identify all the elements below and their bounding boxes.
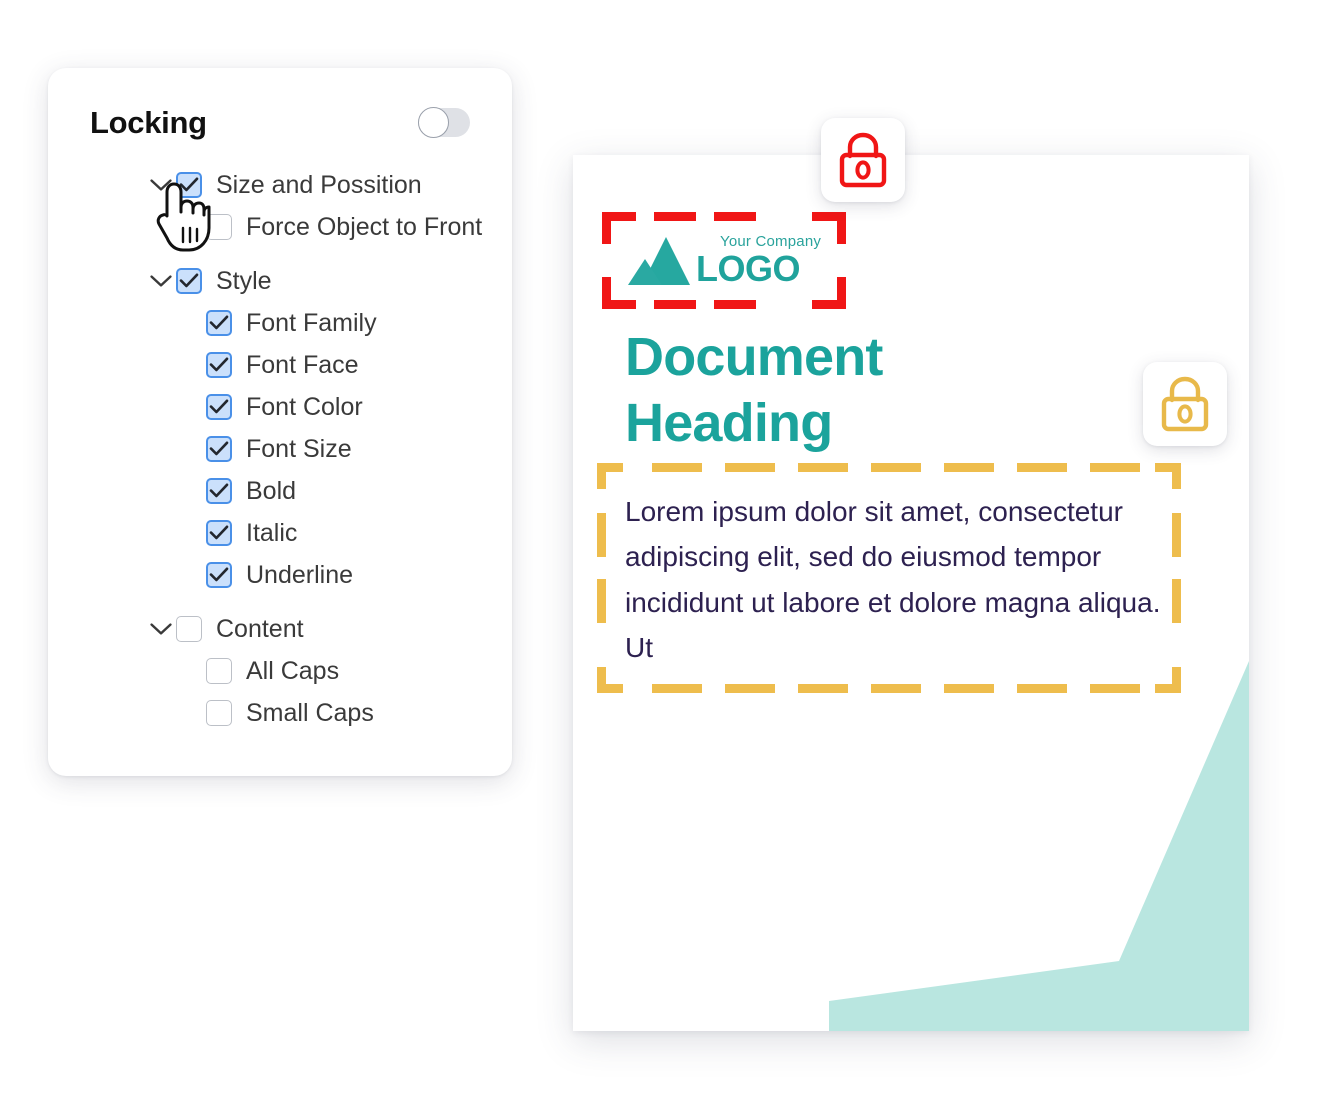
tree-item-label: Italic	[246, 518, 298, 547]
tree-row[interactable]: Font Color	[48, 386, 512, 428]
tree-row[interactable]: Font Family	[48, 302, 512, 344]
checkbox-all-caps[interactable]	[206, 658, 232, 684]
tree-row[interactable]: Force Object to Front	[48, 206, 512, 248]
checkbox-bold[interactable]	[206, 478, 232, 504]
tree-item-label: Size and Possition	[216, 170, 422, 199]
page-title: Locking	[90, 104, 207, 140]
tree-row[interactable]: Content	[48, 608, 512, 650]
checkbox-underline[interactable]	[206, 562, 232, 588]
tree-item-label: Underline	[246, 560, 354, 589]
checkbox-force-object-to-front[interactable]	[206, 214, 232, 240]
tree-row[interactable]: Size and Possition	[48, 164, 512, 206]
locking-tree: Size and Possition Force Object to Front…	[48, 164, 512, 734]
tree-row[interactable]: Underline	[48, 554, 512, 596]
checkbox-style[interactable]	[176, 268, 202, 294]
checkbox-font-face[interactable]	[206, 352, 232, 378]
checkbox-size-and-possition[interactable]	[176, 172, 202, 198]
checkbox-content[interactable]	[176, 616, 202, 642]
document-heading: Document Heading	[625, 327, 883, 453]
panel-header: Locking	[90, 96, 484, 148]
logo-wordmark: LOGO	[696, 248, 801, 289]
checkbox-font-size[interactable]	[206, 436, 232, 462]
lock-icon	[839, 132, 887, 188]
toggle-knob	[418, 106, 449, 138]
mountain-logo-icon	[628, 236, 690, 285]
checkbox-font-color[interactable]	[206, 394, 232, 420]
tree-item-label: Content	[216, 614, 304, 643]
logo-selection-frame[interactable]: Your Company LOGO	[602, 212, 846, 309]
lock-icon	[1161, 376, 1209, 432]
tree-row[interactable]: Font Face	[48, 344, 512, 386]
logo-lockup: Your Company LOGO	[602, 212, 846, 309]
lock-badge-yellow[interactable]	[1143, 362, 1227, 446]
checkbox-font-family[interactable]	[206, 310, 232, 336]
tree-item-label: Force Object to Front	[246, 212, 483, 241]
chevron-down-icon[interactable]	[146, 274, 176, 288]
tree-item-label: Font Family	[246, 308, 377, 337]
tree-item-label: Bold	[246, 476, 297, 505]
tree-item-label: Font Color	[246, 392, 363, 421]
tree-row[interactable]: All Caps	[48, 650, 512, 692]
logo-text-block: Your Company LOGO	[696, 234, 821, 287]
tree-item-label: Small Caps	[246, 698, 374, 727]
tree-item-label: All Caps	[246, 656, 340, 685]
document-body-text: Lorem ipsum dolor sit amet, consectetur …	[625, 496, 1161, 664]
lock-badge-red[interactable]	[821, 118, 905, 202]
tree-item-label: Style	[216, 266, 272, 295]
tree-row[interactable]: Small Caps	[48, 692, 512, 734]
tree-row[interactable]: Bold	[48, 470, 512, 512]
chevron-down-icon[interactable]	[146, 622, 176, 636]
checkbox-italic[interactable]	[206, 520, 232, 546]
tree-row[interactable]: Style	[48, 260, 512, 302]
chevron-down-icon[interactable]	[146, 178, 176, 192]
tree-row[interactable]: Font Size	[48, 428, 512, 470]
body-selection-frame[interactable]: Lorem ipsum dolor sit amet, consectetur …	[597, 463, 1181, 693]
tree-item-label: Font Face	[246, 350, 359, 379]
checkbox-small-caps[interactable]	[206, 700, 232, 726]
locking-toggle[interactable]	[418, 106, 470, 138]
tree-row[interactable]: Italic	[48, 512, 512, 554]
tree-item-label: Font Size	[246, 434, 352, 463]
document-card: Your Company LOGO Document Heading Lorem…	[573, 155, 1249, 1031]
logo-company-name: Your Company	[720, 233, 822, 250]
locking-panel: Locking Size and Possition Force Object …	[48, 68, 512, 776]
